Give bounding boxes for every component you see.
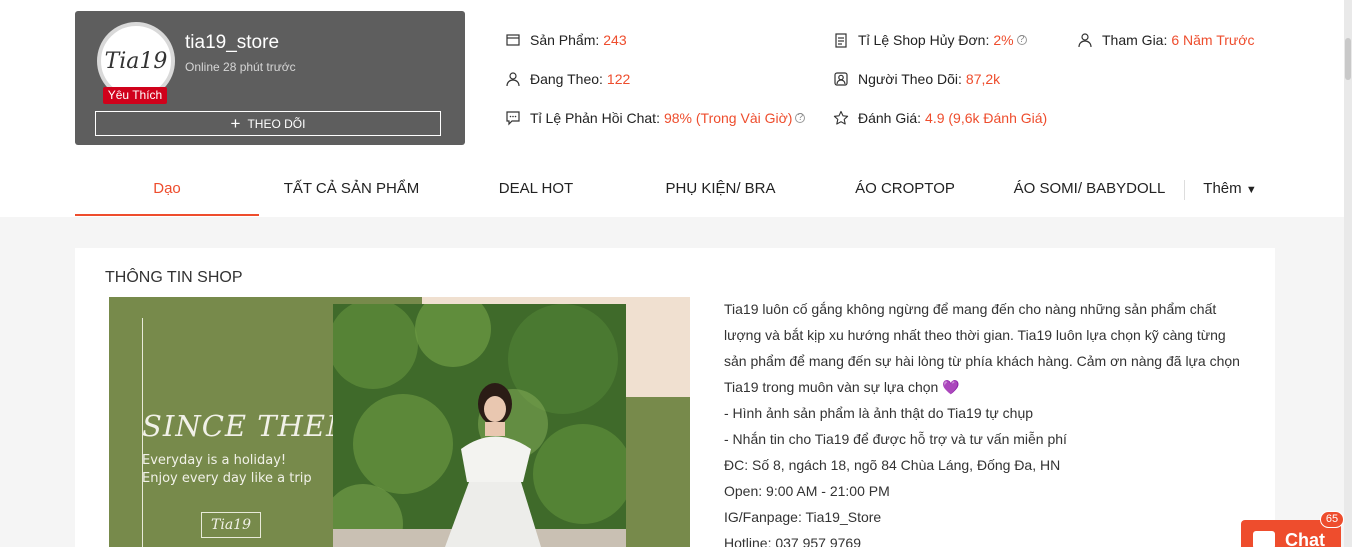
stat-label: Đang Theo: — [530, 71, 603, 87]
stat-label: Sản Phẩm: — [530, 32, 600, 48]
stat-value: 2% — [993, 32, 1014, 48]
tab-somi-babydoll[interactable]: ÁO SOMI/ BABYDOLL — [997, 180, 1182, 197]
stat-label: Người Theo Dõi: — [858, 71, 962, 87]
stat-following: Đang Theo: 122 — [505, 71, 630, 87]
person-icon — [1077, 32, 1093, 48]
description-line: ĐC: Số 8, ngách 18, ngõ 84 Chùa Láng, Đố… — [724, 457, 1061, 473]
plus-icon: + — [230, 114, 241, 133]
user-icon — [505, 71, 521, 87]
stat-value: 87,2k — [965, 71, 1001, 87]
chat-bubble-icon — [505, 110, 521, 126]
description-text: Tia19 trong muôn vàn sự lựa chọn — [724, 379, 939, 395]
stat-label: Tỉ Lệ Shop Hủy Đơn: — [858, 32, 990, 48]
stat-label: Tham Gia: — [1102, 32, 1168, 48]
description-line: lượng và bắt kịp xu hướng nhất theo thời… — [724, 327, 1226, 343]
active-tab-indicator — [75, 214, 259, 216]
banner-photo — [333, 304, 626, 547]
caret-down-icon: ▼ — [1245, 184, 1257, 196]
banner-tagline-1: Everyday is a holiday! — [142, 453, 287, 468]
tab-more[interactable]: Thêm ▼ — [1198, 180, 1262, 197]
shop-info-panel: THÔNG TIN SHOP SINCE THEN Everyday is a … — [75, 248, 1275, 547]
chat-icon — [1253, 531, 1275, 547]
clipboard-icon — [833, 32, 849, 48]
tab-deal-hot[interactable]: DEAL HOT — [444, 180, 628, 197]
tab-dao[interactable]: Dạo — [75, 180, 259, 197]
store-icon — [505, 32, 521, 48]
description-line: sản phẩm để mang đến sự hài lòng từ phía… — [724, 353, 1240, 369]
stat-label: Tỉ Lệ Phản Hồi Chat: — [530, 110, 660, 126]
description-line: - Hình ảnh sản phẩm là ảnh thật do Tia19… — [724, 405, 1034, 421]
stat-cancel-rate: Tỉ Lệ Shop Hủy Đơn: 2% ? — [833, 32, 1027, 48]
tab-divider — [1184, 180, 1185, 200]
chat-unread-badge: 65 — [1320, 511, 1344, 528]
shop-info-title: THÔNG TIN SHOP — [105, 269, 243, 286]
follow-button[interactable]: + THEO DÕI — [95, 111, 441, 136]
tab-croptop[interactable]: ÁO CROPTOP — [813, 180, 997, 197]
stat-rating: Đánh Giá: 4.9 (9,6k Đánh Giá) — [833, 110, 1047, 126]
shop-description: Tia19 luôn cố gắng không ngừng để mang đ… — [724, 296, 1254, 547]
favorite-badge: Yêu Thích — [103, 87, 167, 104]
scrollbar-thumb[interactable] — [1345, 38, 1351, 80]
followers-icon — [833, 71, 849, 87]
shop-name: tia19_store — [185, 32, 280, 53]
banner-green-block — [624, 397, 690, 547]
tab-all-products[interactable]: TẤT CẢ SẢN PHẨM — [259, 180, 444, 197]
stat-value: 6 Năm Trước — [1171, 32, 1255, 48]
tab-more-label: Thêm — [1203, 180, 1242, 197]
banner-logo: Tia19 — [201, 512, 261, 538]
banner-headline: SINCE THEN — [142, 409, 353, 443]
stat-label: Đánh Giá: — [858, 110, 922, 126]
purple-heart-emoji: 💜 — [942, 379, 960, 395]
description-line: - Nhắn tin cho Tia19 để được hỗ trợ và t… — [724, 431, 1067, 447]
star-icon — [833, 110, 849, 126]
banner-tagline-2: Enjoy every day like a trip — [142, 471, 312, 486]
stat-followers: Người Theo Dõi: 87,2k — [833, 71, 1000, 87]
description-line: Tia19 trong muôn vàn sự lựa chọn 💜 — [724, 374, 1254, 400]
stat-value: 243 — [603, 32, 627, 48]
description-line: IG/Fanpage: Tia19_Store — [724, 509, 882, 525]
stat-products: Sản Phẩm: 243 — [505, 32, 627, 48]
stat-chat-response: Tỉ Lệ Phản Hồi Chat: 98% (Trong Vài Giờ)… — [505, 110, 806, 126]
shop-banner: SINCE THEN Everyday is a holiday! Enjoy … — [109, 297, 690, 547]
help-icon[interactable]: ? — [1016, 35, 1027, 45]
avatar-logo-text: Tia19 — [104, 48, 168, 74]
description-line: Hotline: 037 957 9769 — [724, 535, 861, 547]
description-line: Open: 9:00 AM - 21:00 PM — [724, 483, 890, 499]
stat-value: 98% (Trong Vài Giờ) — [663, 110, 793, 126]
shop-card: Tia19 Yêu Thích tia19_store Online 28 ph… — [75, 11, 465, 145]
tab-accessories-bra[interactable]: PHỤ KIỆN/ BRA — [628, 180, 813, 197]
help-icon[interactable]: ? — [795, 113, 806, 123]
follow-button-label: THEO DÕI — [247, 116, 306, 131]
chat-label: Chat — [1285, 529, 1325, 547]
stat-joined: Tham Gia: 6 Năm Trước — [1077, 32, 1254, 48]
stat-value: 122 — [606, 71, 631, 87]
description-line: Tia19 luôn cố gắng không ngừng để mang đ… — [724, 301, 1217, 317]
scrollbar-track[interactable] — [1344, 0, 1352, 547]
stat-value: 4.9 (9,6k Đánh Giá) — [925, 110, 1048, 126]
online-status: Online 28 phút trước — [185, 60, 296, 74]
